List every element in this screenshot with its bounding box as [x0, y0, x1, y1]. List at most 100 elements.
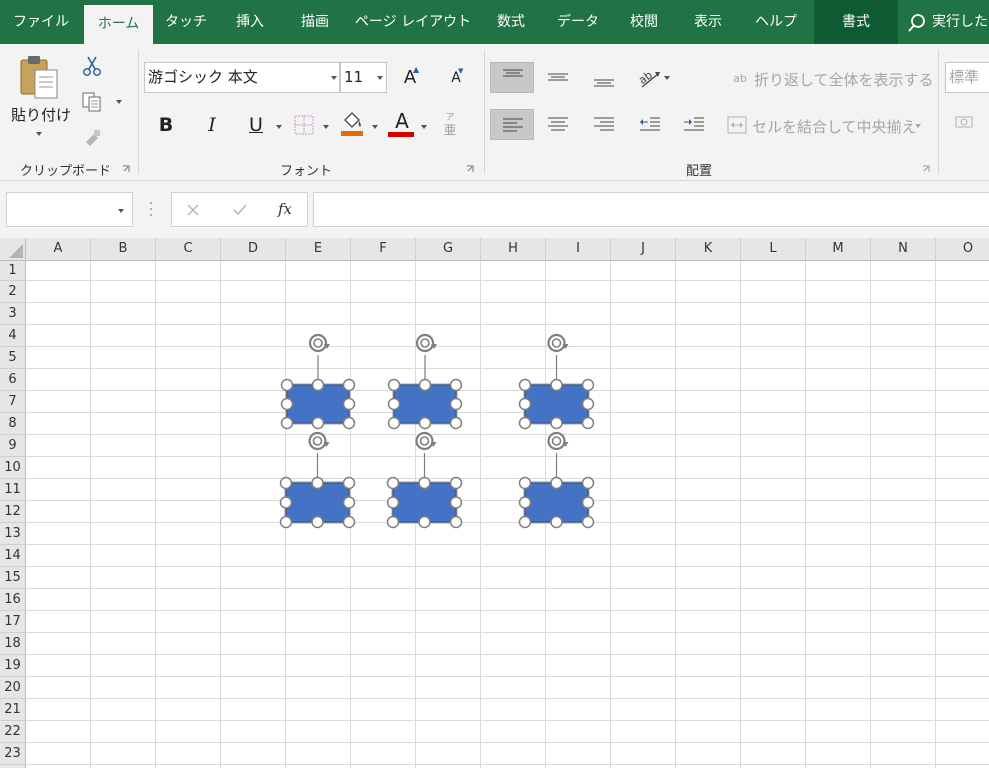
resize-handle[interactable]	[342, 496, 356, 509]
resize-handle[interactable]	[449, 515, 463, 529]
font-name-combo[interactable]: 游ゴシック 本文	[144, 62, 340, 93]
resize-handle[interactable]	[279, 496, 293, 509]
insert-function-button[interactable]: fx	[278, 200, 292, 218]
fill-color-button[interactable]	[337, 108, 367, 140]
decrease-indent-button[interactable]	[628, 109, 672, 140]
rotate-handle-circle[interactable]	[547, 333, 566, 353]
tab-review[interactable]: 校閲	[616, 0, 672, 44]
phonetic-button[interactable]: ア 亜	[438, 110, 462, 140]
resize-handle[interactable]	[280, 378, 294, 392]
tab-page-layout[interactable]: ページ レイアウト	[352, 0, 474, 44]
font-size-combo[interactable]: 11	[340, 62, 387, 93]
resize-handle[interactable]	[387, 397, 401, 411]
bottom-align-button[interactable]	[582, 62, 626, 93]
middle-align-button[interactable]	[536, 62, 580, 93]
name-box[interactable]	[6, 192, 133, 227]
paste-label[interactable]: 貼り付け	[11, 104, 71, 125]
rotate-handle-circle[interactable]	[415, 333, 435, 353]
resize-handle[interactable]	[342, 416, 356, 430]
rotate-handle-icon[interactable]	[308, 431, 330, 451]
rotate-handle-icon[interactable]	[415, 431, 437, 451]
tab-insert[interactable]: 挿入	[222, 0, 278, 44]
dialog-launcher-icon[interactable]	[122, 165, 130, 173]
orientation-dropdown-caret[interactable]	[664, 76, 670, 80]
font-color-dropdown-caret[interactable]	[421, 125, 427, 129]
resize-handle[interactable]	[279, 476, 293, 490]
resize-handle[interactable]	[449, 416, 463, 430]
italic-button[interactable]: I	[198, 109, 226, 140]
number-format-combo[interactable]: 標準	[945, 62, 989, 93]
increase-indent-button[interactable]	[672, 109, 716, 140]
resize-handle[interactable]	[342, 378, 356, 392]
resize-handle[interactable]	[386, 515, 400, 529]
tab-draw[interactable]: 描画	[288, 0, 342, 44]
worksheet-grid[interactable]: A B C D E F G H I J K L M N O 1 2 3 4 5 6 7 8 9 10 11 12 13 14 15 16 17…	[0, 238, 989, 768]
resize-handle[interactable]	[449, 476, 463, 490]
wrap-text-button[interactable]: 折り返して全体を表示する	[754, 69, 934, 90]
rotate-handle-icon[interactable]	[547, 333, 569, 353]
tab-formulas[interactable]: 数式	[482, 0, 540, 44]
resize-handle[interactable]	[581, 496, 595, 509]
fill-color-dropdown-caret[interactable]	[372, 125, 378, 129]
resize-handle[interactable]	[342, 515, 356, 529]
resize-handle[interactable]	[581, 397, 595, 411]
resize-handle[interactable]	[550, 416, 563, 430]
resize-handle[interactable]	[386, 476, 400, 490]
merge-center-button[interactable]: セルを結合して中央揃え	[752, 116, 917, 137]
resize-handle[interactable]	[386, 496, 400, 509]
resize-handle[interactable]	[387, 416, 401, 430]
resize-handle[interactable]	[418, 476, 431, 490]
align-right-button[interactable]	[582, 109, 626, 140]
format-painter-button[interactable]	[80, 126, 104, 150]
cut-button[interactable]	[80, 54, 104, 78]
underline-button[interactable]: U	[242, 109, 270, 140]
align-left-button[interactable]	[490, 109, 534, 140]
shape-rectangle-5[interactable]	[386, 431, 463, 529]
more-options-icon[interactable]	[149, 200, 153, 218]
dialog-launcher-icon[interactable]	[922, 165, 930, 173]
cancel-icon[interactable]	[186, 203, 200, 217]
resize-handle[interactable]	[581, 515, 595, 529]
resize-handle[interactable]	[418, 515, 431, 529]
tab-file[interactable]: ファイル	[8, 0, 74, 44]
rotate-handle-icon[interactable]	[547, 431, 569, 451]
tab-home[interactable]: ホーム	[84, 5, 153, 44]
border-dropdown-caret[interactable]	[323, 125, 329, 129]
resize-handle[interactable]	[311, 416, 325, 430]
align-center-button[interactable]	[536, 109, 580, 140]
resize-handle[interactable]	[518, 496, 532, 509]
border-button[interactable]	[290, 111, 318, 139]
resize-handle[interactable]	[311, 515, 324, 529]
check-icon[interactable]	[232, 203, 248, 217]
rotate-handle-circle[interactable]	[308, 431, 327, 451]
resize-handle[interactable]	[518, 397, 532, 411]
rotate-handle-icon[interactable]	[415, 333, 437, 353]
tab-help[interactable]: ヘルプ	[744, 0, 808, 44]
copy-dropdown-caret[interactable]	[116, 100, 122, 104]
shape-rectangle-2[interactable]	[387, 333, 463, 430]
resize-handle[interactable]	[581, 378, 595, 392]
shape-rectangle-6[interactable]	[518, 431, 595, 529]
rotate-handle-icon[interactable]	[308, 333, 330, 353]
resize-handle[interactable]	[449, 378, 463, 392]
resize-handle[interactable]	[342, 476, 356, 490]
tell-me-box[interactable]: 実行したい	[904, 0, 989, 44]
tab-view[interactable]: 表示	[680, 0, 736, 44]
rotate-handle-circle[interactable]	[308, 333, 328, 353]
resize-handle[interactable]	[581, 416, 595, 430]
formula-input[interactable]	[313, 192, 989, 227]
bold-button[interactable]: B	[152, 109, 180, 140]
tab-data[interactable]: データ	[548, 0, 608, 44]
resize-handle[interactable]	[518, 416, 532, 430]
resize-handle[interactable]	[449, 397, 463, 411]
resize-handle[interactable]	[449, 496, 463, 509]
underline-dropdown-caret[interactable]	[276, 125, 282, 129]
copy-button[interactable]	[80, 90, 104, 114]
tab-shape-format[interactable]: 書式	[814, 0, 898, 44]
resize-handle[interactable]	[418, 416, 432, 430]
accounting-format-button[interactable]	[952, 110, 978, 136]
shape-rectangle-4[interactable]	[279, 431, 356, 529]
tab-touch[interactable]: タッチ	[160, 0, 212, 44]
grow-font-button[interactable]: A ▲	[396, 62, 424, 93]
resize-handle[interactable]	[311, 378, 325, 392]
